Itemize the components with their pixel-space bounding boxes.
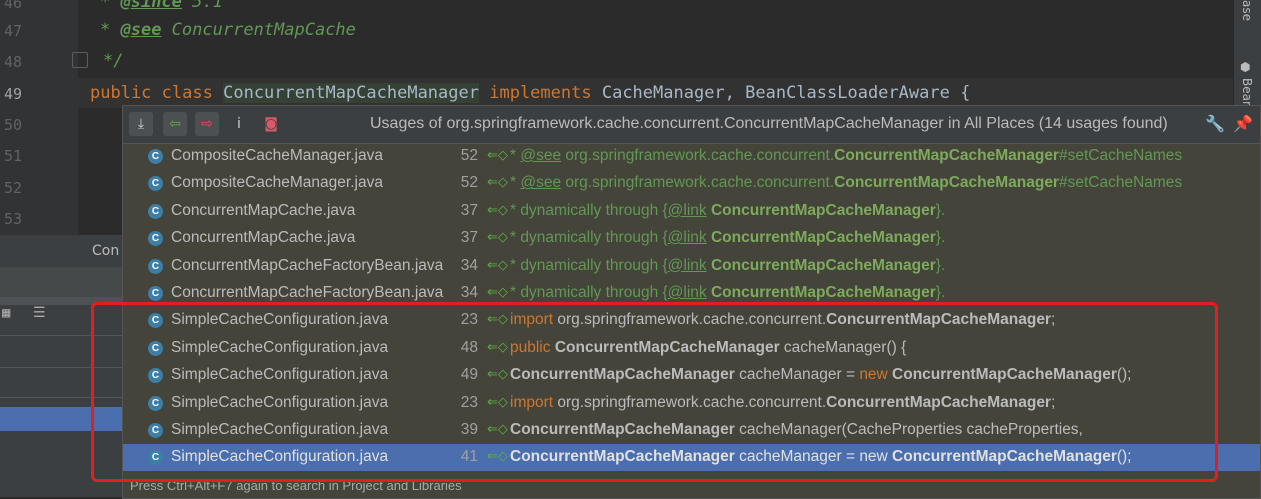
- pin-icon[interactable]: 📌: [1233, 114, 1253, 133]
- snippet-text: }.: [935, 229, 946, 247]
- java-class-icon: C: [148, 231, 163, 247]
- snippet-doc-tag: @link: [667, 201, 707, 219]
- usage-arrow-icon: ⇐◇: [487, 147, 508, 162]
- line-number: 46: [3, 0, 22, 12]
- snippet-match: ConcurrentMapCacheManager: [710, 256, 936, 274]
- merge-usages-icon[interactable]: ⤓: [129, 112, 153, 136]
- snippet-match: ConcurrentMapCacheManager: [834, 174, 1059, 192]
- bean-icon[interactable]: ⬢: [1240, 60, 1254, 74]
- usage-line-number: 52: [460, 147, 478, 164]
- snippet-text: #setCacheNames: [1058, 147, 1183, 164]
- code-line-49[interactable]: public class ConcurrentMapCacheManager i…: [90, 83, 970, 103]
- snippet-text: #setCacheNames: [1058, 174, 1183, 192]
- usage-row[interactable]: C CompositeCacheManager.java 52 ⇐◇ * @see or…: [123, 143, 1260, 170]
- usage-file-name: CompositeCacheManager.java: [171, 147, 383, 164]
- table-icon[interactable]: ▦: [2, 305, 10, 321]
- snippet-doc-tag: @link: [667, 284, 707, 301]
- snippet-match: ConcurrentMapCacheManager: [710, 229, 936, 247]
- snippet-text: * dynamically through {: [510, 201, 668, 219]
- usage-arrow-icon: ⇐◇: [487, 201, 508, 217]
- tool-window-label[interactable]: Bear: [1240, 78, 1254, 106]
- previous-occurrence-icon[interactable]: ⇦: [163, 112, 187, 136]
- usage-file-name: ConcurrentMapCache.java: [171, 229, 356, 247]
- snippet-text: }.: [935, 256, 946, 274]
- line-number: 49: [3, 85, 22, 103]
- java-class-icon: C: [148, 149, 163, 164]
- snippet-text: * dynamically through {: [510, 229, 668, 247]
- info-icon[interactable]: i: [227, 112, 251, 136]
- usage-snippet: * @see org.springframework.cache.concurr…: [510, 174, 1182, 192]
- line-number: 47: [3, 22, 22, 40]
- usage-file-name: ConcurrentMapCacheFactoryBean.java: [171, 256, 444, 274]
- panel-header: [0, 267, 122, 297]
- snippet-match: ConcurrentMapCacheManager: [710, 201, 936, 219]
- snippet-text: * dynamically through {: [510, 256, 668, 274]
- usage-snippet: * dynamically through {@link ConcurrentM…: [510, 284, 945, 302]
- usage-arrow-icon: ⇐◇: [487, 229, 508, 245]
- snippet-doc-tag: @link: [667, 256, 707, 274]
- snippet-text: org.springframework.cache.concurrent.: [561, 174, 835, 192]
- usage-line-number: 34: [460, 284, 478, 301]
- usage-row[interactable]: C ConcurrentMapCache.java 37 ⇐◇ * dynamicall…: [123, 198, 1260, 225]
- popup-toolbar: ⤓ ⇦ ⇨ i ◙ Usages of org.springframework.…: [123, 106, 1260, 144]
- snippet-text: *: [510, 147, 521, 164]
- line-number: 48: [3, 53, 22, 71]
- usage-snippet: * @see org.springframework.cache.concurr…: [510, 147, 1182, 165]
- snippet-text: org.springframework.cache.concurrent.: [561, 147, 835, 164]
- line-number: 50: [3, 116, 22, 134]
- usage-snippet: * dynamically through {@link ConcurrentM…: [510, 257, 945, 275]
- java-class-icon: C: [148, 258, 163, 274]
- snippet-text: * dynamically through {: [510, 284, 668, 301]
- snippet-doc-tag: @see: [520, 174, 562, 192]
- snippet-match: ConcurrentMapCacheManager: [834, 147, 1059, 164]
- usage-file-name: CompositeCacheManager.java: [171, 174, 383, 192]
- usage-arrow-icon: ⇐◇: [487, 256, 508, 272]
- snippet-text: }.: [935, 201, 946, 219]
- settings-wrench-icon[interactable]: 🔧: [1205, 114, 1225, 133]
- usage-file-name: ConcurrentMapCacheFactoryBean.java: [171, 284, 444, 301]
- next-occurrence-icon[interactable]: ⇨: [195, 112, 219, 136]
- usage-row[interactable]: C CompositeCacheManager.java 52 ⇐◇ * @see or…: [123, 170, 1260, 197]
- popup-title: Usages of org.springframework.cache.conc…: [370, 115, 1168, 132]
- tool-tab-label[interactable]: Con: [92, 243, 119, 259]
- snippet-text: }.: [935, 284, 946, 301]
- code-line-47[interactable]: * @see ConcurrentMapCache: [100, 20, 356, 40]
- usage-snippet: * dynamically through {@link ConcurrentM…: [510, 229, 945, 247]
- usage-row[interactable]: C ConcurrentMapCache.java 37 ⇐◇ * dynamicall…: [123, 225, 1260, 252]
- snippet-doc-tag: @see: [520, 147, 562, 164]
- snippet-doc-tag: @link: [667, 229, 707, 247]
- usage-row[interactable]: C ConcurrentMapCacheFactoryBean.java 34 ⇐◇ *…: [123, 253, 1260, 280]
- filter-icon[interactable]: ◙: [259, 112, 283, 136]
- line-number: 53: [3, 210, 22, 228]
- usage-line-number: 34: [460, 256, 478, 274]
- fold-marker-icon[interactable]: [72, 52, 88, 68]
- usage-line-number: 37: [460, 201, 478, 219]
- tool-window-label[interactable]: ase: [1240, 0, 1254, 21]
- line-number: 52: [3, 179, 22, 197]
- line-number-gutter: 46 47 48 49 50 51 52 53: [0, 0, 78, 235]
- java-class-icon: C: [148, 176, 163, 192]
- code-line-46[interactable]: * @since 5.1: [100, 0, 223, 12]
- java-class-icon: C: [148, 286, 163, 301]
- usage-line-number: 52: [460, 174, 478, 192]
- usage-arrow-icon: ⇐◇: [487, 284, 508, 299]
- usage-file-name: ConcurrentMapCache.java: [171, 201, 356, 219]
- annotation-highlight-box: [91, 302, 1218, 482]
- java-class-icon: C: [148, 203, 163, 219]
- usage-arrow-icon: ⇐◇: [487, 174, 508, 190]
- list-icon[interactable]: ☰: [33, 305, 46, 321]
- usage-snippet: * dynamically through {@link ConcurrentM…: [510, 202, 945, 220]
- snippet-text: *: [510, 174, 521, 192]
- line-number: 51: [3, 147, 22, 165]
- code-line-48[interactable]: */: [103, 51, 123, 71]
- snippet-match: ConcurrentMapCacheManager: [710, 284, 936, 301]
- usage-line-number: 37: [460, 229, 478, 247]
